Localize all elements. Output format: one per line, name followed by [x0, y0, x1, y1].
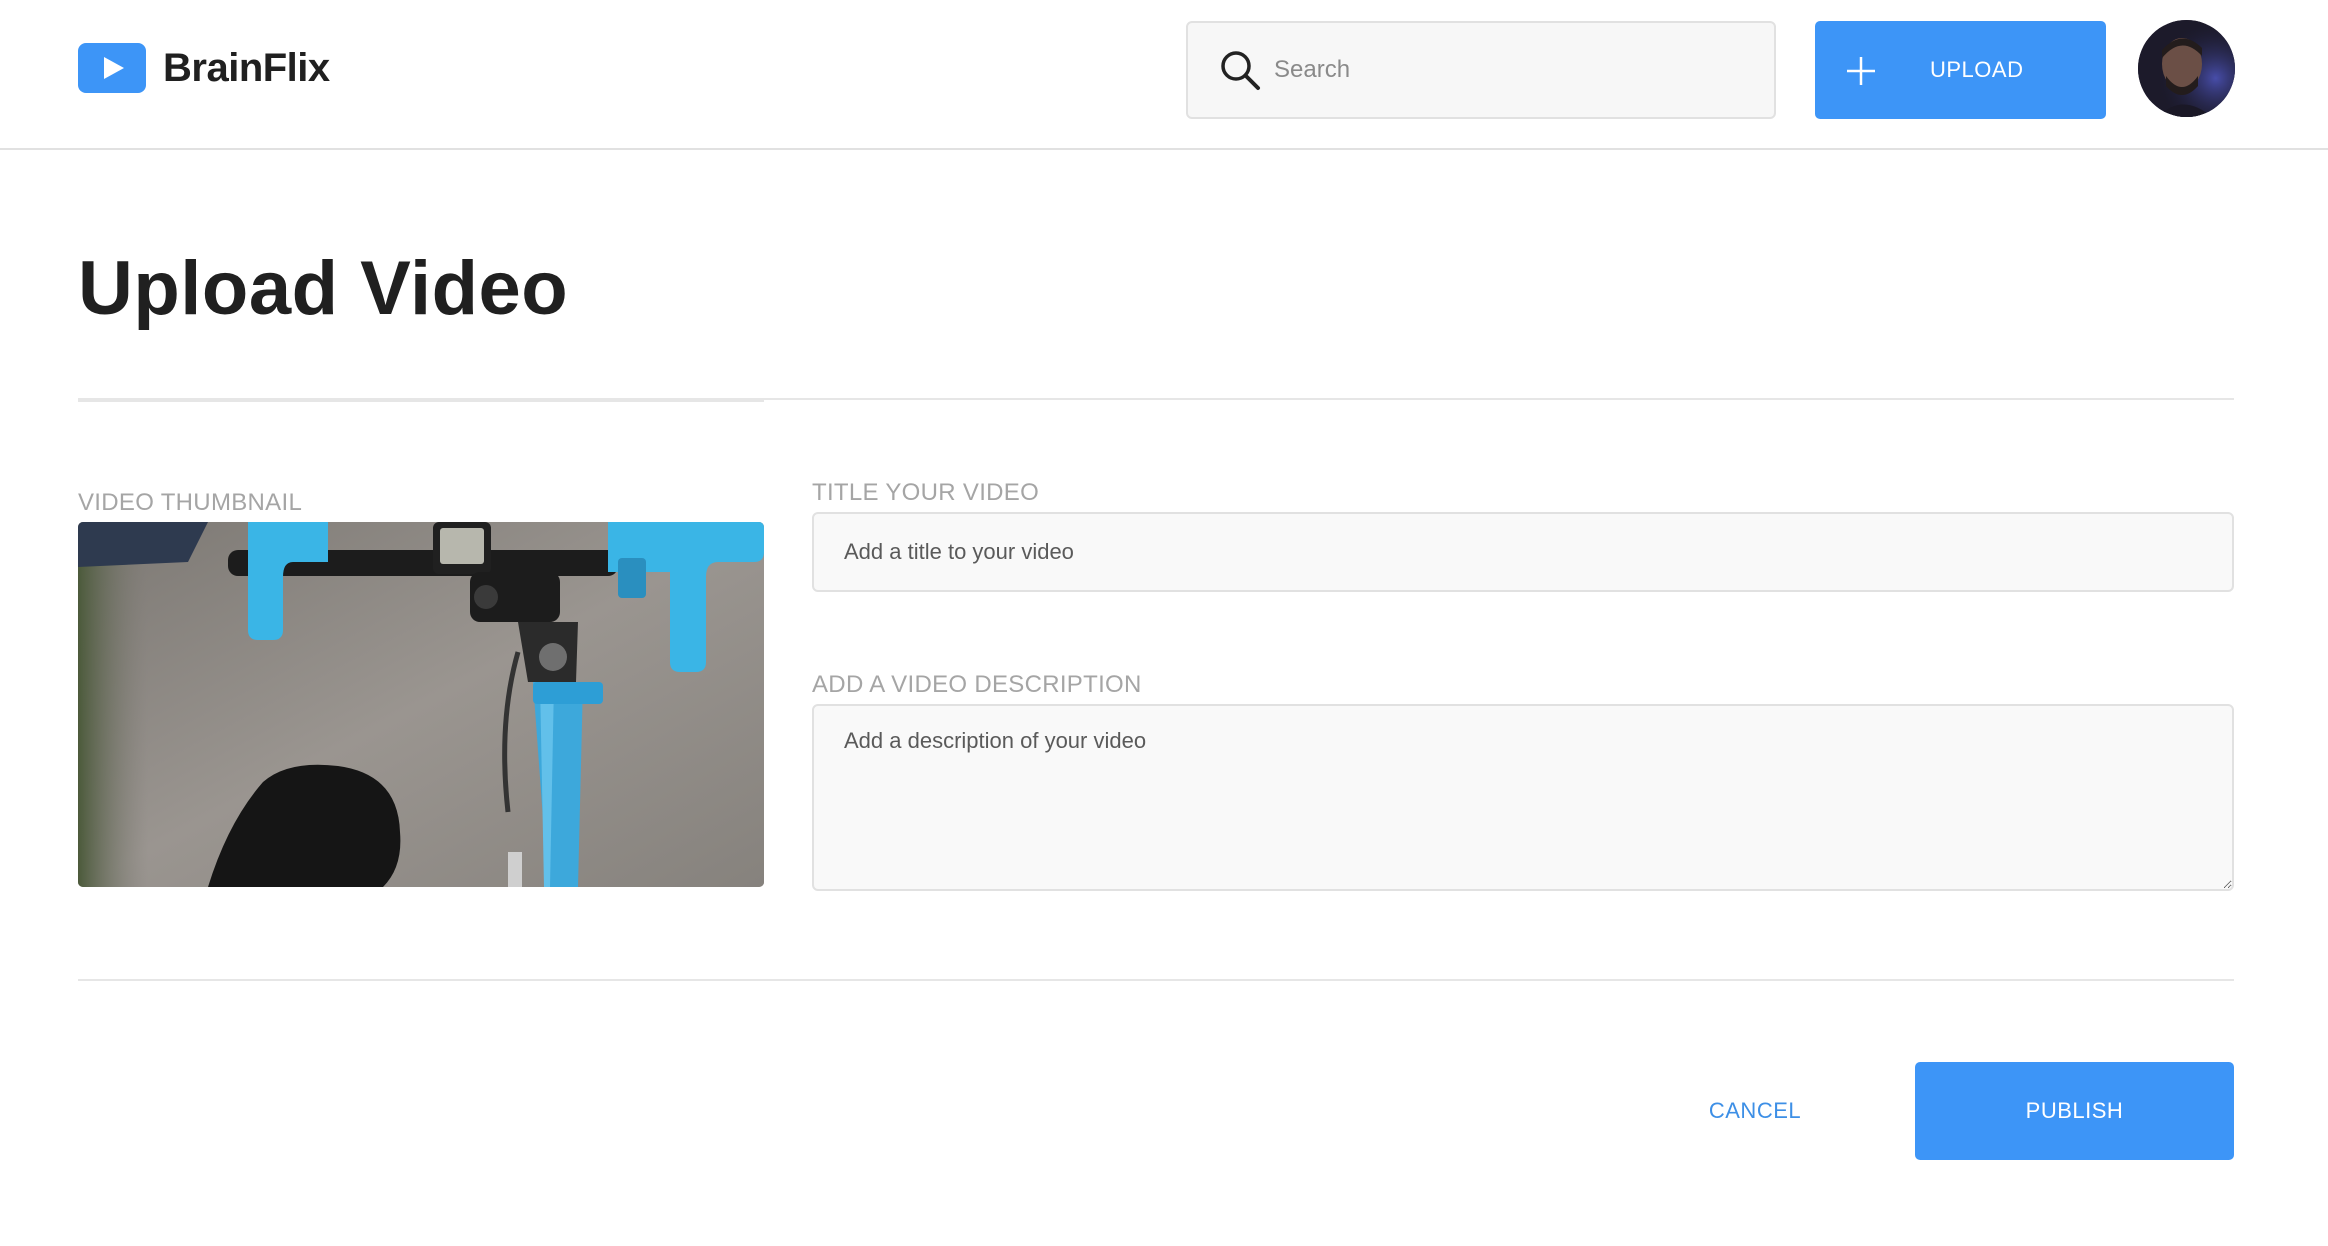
plus-icon — [1847, 57, 1875, 85]
play-logo-icon — [78, 43, 146, 93]
upload-button-label: UPLOAD — [1930, 57, 2024, 82]
description-field-label: ADD A VIDEO DESCRIPTION — [812, 671, 1142, 698]
title-divider-accent — [78, 398, 764, 402]
search-icon — [1221, 51, 1260, 90]
title-field-label: TITLE YOUR VIDEO — [812, 479, 1040, 506]
thumbnail-label: VIDEO THUMBNAIL — [78, 489, 303, 516]
search-input[interactable] — [1274, 56, 1754, 84]
user-avatar[interactable] — [2138, 20, 2235, 117]
page-title: Upload Video — [78, 246, 569, 331]
brand-name: BrainFlix — [163, 45, 330, 90]
description-input[interactable] — [812, 704, 2234, 891]
form-divider — [78, 979, 2234, 981]
cancel-button[interactable]: CANCEL — [1670, 1062, 1840, 1160]
brand-logo[interactable]: BrainFlix — [78, 43, 330, 93]
upload-button[interactable]: UPLOAD — [1815, 21, 2106, 119]
video-thumbnail — [78, 522, 764, 887]
search-bar[interactable] — [1186, 21, 1776, 119]
avatar-portrait — [2138, 20, 2235, 117]
publish-button[interactable]: PUBLISH — [1915, 1062, 2234, 1160]
bike-handlebar-thumbnail — [78, 522, 764, 887]
site-header: BrainFlix UPLOAD — [0, 0, 2328, 150]
title-input[interactable] — [812, 512, 2234, 592]
